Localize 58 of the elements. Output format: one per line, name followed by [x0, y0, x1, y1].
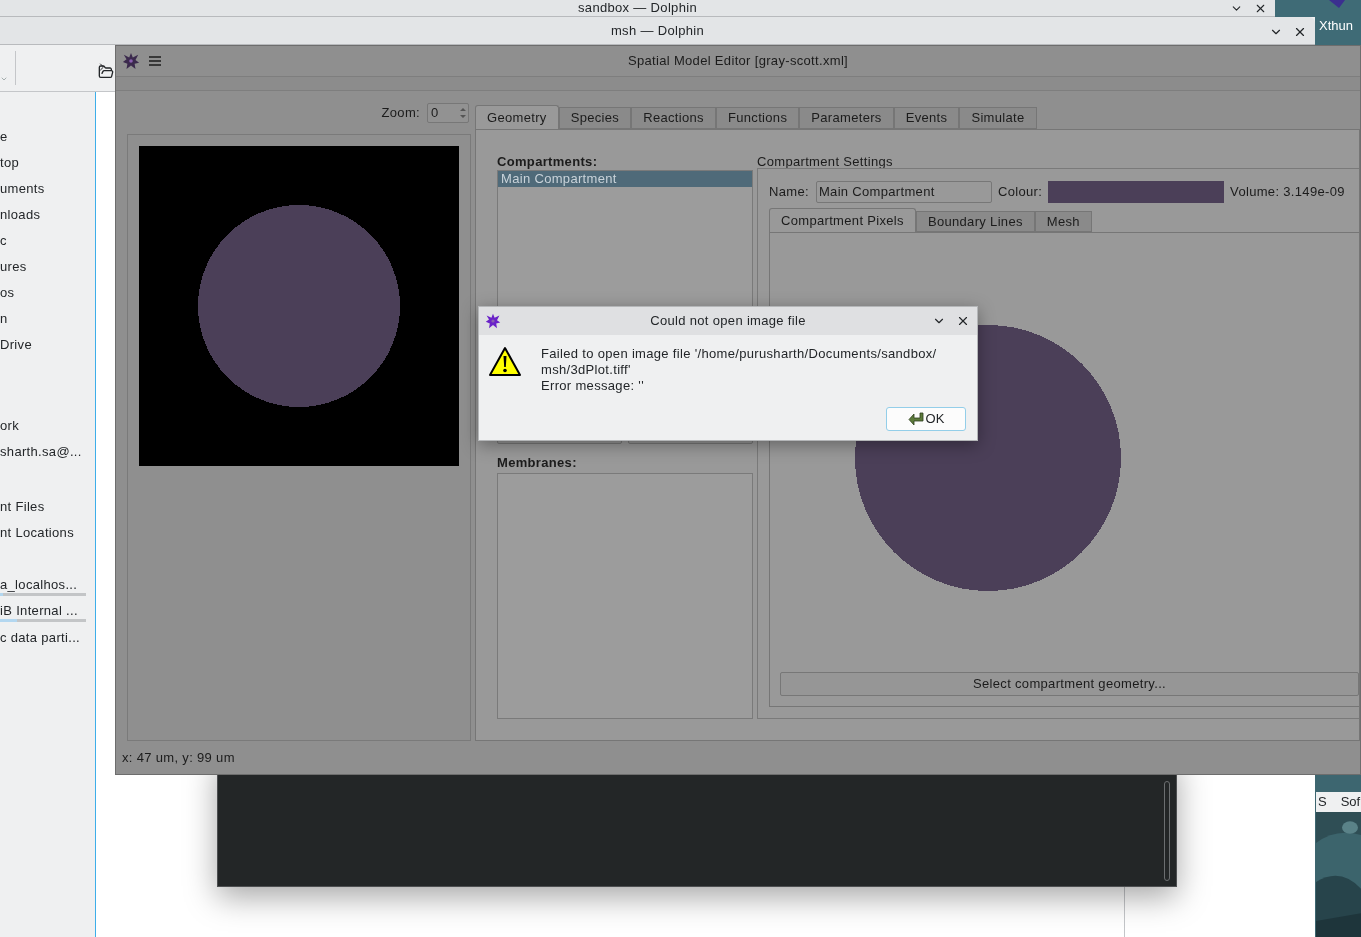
- zoom-spinbox[interactable]: 0: [427, 102, 469, 123]
- dialog-title: Could not open image file: [650, 312, 806, 331]
- list-item[interactable]: Main Compartment: [498, 171, 752, 187]
- name-field[interactable]: Main Compartment: [815, 181, 992, 203]
- tab[interactable]: Simulate: [959, 107, 1037, 129]
- compartments-label: Compartments:: [497, 153, 599, 170]
- places-item[interactable]: iB Internal ...: [0, 602, 95, 619]
- close-icon[interactable]: [1293, 25, 1307, 39]
- tab[interactable]: Events: [893, 107, 960, 129]
- places-item[interactable]: c data parti...: [0, 630, 95, 646]
- folder-icon[interactable]: [98, 64, 114, 80]
- error-message: Failed to open image file '/home/purusharth/Documents/sandbox/ msh/3dPlot.tiff' Error message: '': [541, 346, 937, 394]
- window-title: sandbox — Dolphin: [578, 0, 697, 18]
- menu-icon[interactable]: [149, 56, 161, 66]
- places-item[interactable]: sharth.sa@...: [0, 444, 95, 460]
- places-item[interactable]: uments: [0, 181, 95, 197]
- places-item[interactable]: ures: [0, 259, 95, 275]
- tab[interactable]: Geometry: [475, 105, 559, 129]
- tab[interactable]: Boundary Lines: [915, 211, 1035, 232]
- places-item[interactable]: os: [0, 285, 95, 301]
- places-item[interactable]: c: [0, 233, 95, 249]
- select-geometry-button[interactable]: Select compartment geometry...: [780, 672, 1359, 696]
- warning-icon: [488, 346, 522, 378]
- colour-swatch[interactable]: [1048, 181, 1225, 203]
- colour-label: Colour:: [997, 183, 1043, 202]
- places-item[interactable]: e: [0, 129, 95, 145]
- places-item[interactable]: nloads: [0, 207, 95, 223]
- close-icon[interactable]: [956, 314, 970, 328]
- places-item[interactable]: top: [0, 155, 95, 171]
- panel-tab[interactable]: S: [1318, 792, 1327, 812]
- tab[interactable]: Mesh: [1034, 211, 1092, 232]
- places-item[interactable]: nt Files: [0, 499, 95, 515]
- ok-button[interactable]: OK: [886, 407, 966, 431]
- desktop-icon-label[interactable]: Xthun: [1319, 16, 1353, 36]
- places-item[interactable]: n: [0, 311, 95, 327]
- window-title: msh — Dolphin: [610, 21, 705, 40]
- settings-title: Compartment Settings: [757, 153, 894, 168]
- tab[interactable]: Compartment Pixels: [769, 208, 916, 232]
- splat-icon: [122, 52, 140, 70]
- membranes-label: Membranes:: [497, 454, 578, 472]
- window-title: Spatial Model Editor [gray-scott.xml]: [627, 52, 849, 71]
- places-item[interactable]: ork: [0, 418, 95, 434]
- places-item[interactable]: Drive: [0, 337, 95, 353]
- tab[interactable]: Reactions: [631, 107, 716, 129]
- return-arrow-icon: [907, 412, 925, 426]
- places-item[interactable]: a_localhos...: [0, 576, 95, 593]
- splat-icon: [484, 313, 502, 329]
- name-label: Name:: [769, 183, 809, 202]
- places-item[interactable]: nt Locations: [0, 525, 95, 541]
- volume-label: Volume: 3.149e-09: [1230, 183, 1345, 202]
- tab[interactable]: Functions: [715, 107, 800, 129]
- status-text: x: 47 um, y: 99 um: [122, 748, 235, 767]
- panel-tab[interactable]: Sof: [1340, 792, 1361, 812]
- close-icon[interactable]: [1254, 2, 1267, 15]
- tab[interactable]: Parameters: [799, 107, 894, 129]
- zoom-label: Zoom:: [381, 103, 420, 122]
- tab[interactable]: Species: [558, 107, 632, 129]
- scrollbar[interactable]: [1164, 781, 1170, 881]
